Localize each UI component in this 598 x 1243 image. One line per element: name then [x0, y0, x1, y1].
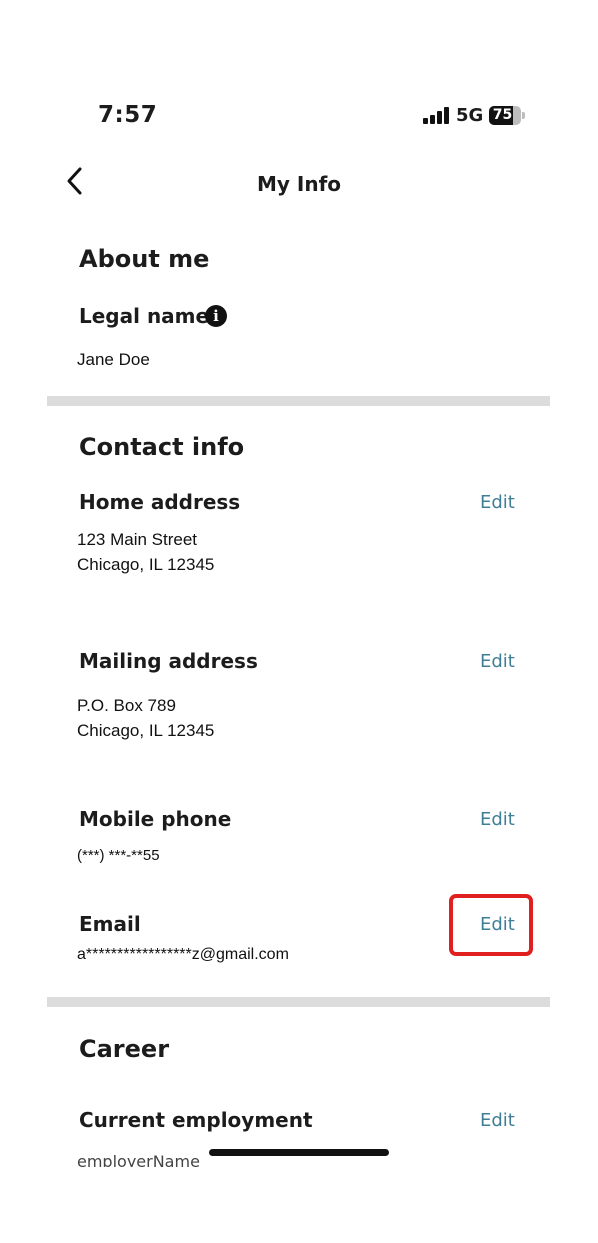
legal-name-value: Jane Doe	[77, 350, 150, 369]
contact-info-heading: Contact info	[79, 433, 245, 461]
mailing-address-line2: Chicago, IL 12345	[77, 721, 215, 740]
home-address-edit-link[interactable]: Edit	[480, 492, 515, 513]
current-employment-edit-link[interactable]: Edit	[480, 1110, 515, 1131]
mobile-phone-edit-link[interactable]: Edit	[480, 809, 515, 830]
page-title: My Info	[256, 172, 342, 196]
home-address-label: Home address	[79, 490, 241, 514]
email-value: a*****************z@gmail.com	[77, 946, 289, 963]
current-employment-label: Current employment	[79, 1108, 313, 1132]
info-icon[interactable]: i	[205, 305, 227, 327]
mobile-phone-value: (***) ***-**55	[77, 847, 160, 864]
email-edit-highlight	[449, 894, 533, 956]
legal-name-label: Legal name	[79, 304, 210, 328]
network-type: 5G	[456, 105, 484, 126]
about-me-heading: About me	[79, 245, 210, 273]
mailing-address-edit-link[interactable]: Edit	[480, 651, 515, 672]
home-address-line2: Chicago, IL 12345	[77, 555, 215, 574]
career-heading: Career	[79, 1035, 170, 1063]
screen-bottom-area	[0, 1167, 598, 1243]
battery-cap	[522, 112, 525, 119]
signal-strength-icon	[423, 107, 449, 124]
battery-level: 75	[492, 107, 513, 123]
mailing-address-line1: P.O. Box 789	[77, 696, 176, 715]
battery-icon: 75	[489, 106, 521, 125]
home-indicator[interactable]	[209, 1149, 389, 1156]
mailing-address-label: Mailing address	[79, 649, 258, 673]
home-address-line1: 123 Main Street	[77, 530, 198, 549]
status-time: 7:57	[98, 102, 158, 128]
section-divider	[47, 396, 550, 406]
email-label: Email	[79, 912, 141, 936]
section-divider	[47, 997, 550, 1007]
mobile-phone-label: Mobile phone	[79, 807, 232, 831]
